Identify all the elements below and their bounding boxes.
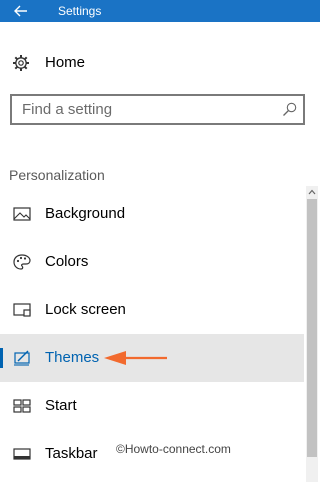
selection-indicator: [0, 348, 3, 368]
nav-item-colors[interactable]: Colors: [0, 238, 304, 286]
themes-brush-icon: [14, 350, 30, 366]
search-input[interactable]: [12, 96, 272, 123]
back-button[interactable]: [0, 0, 42, 22]
window-title: Settings: [58, 4, 102, 18]
nav-item-label: Lock screen: [45, 301, 126, 318]
nav-item-label: Start: [45, 397, 77, 414]
nav-item-label: Background: [45, 205, 126, 222]
nav-item-label: Themes: [45, 349, 100, 366]
nav-item-label: Colors: [45, 253, 89, 270]
scrollbar-thumb[interactable]: [307, 199, 317, 457]
search-icon[interactable]: [282, 102, 297, 117]
title-bar: Settings: [0, 0, 320, 22]
search-box[interactable]: [10, 94, 305, 125]
back-arrow-icon: [14, 5, 27, 17]
scrollbar[interactable]: [306, 186, 318, 482]
nav-item-background[interactable]: Background: [0, 190, 304, 238]
lock-screen-icon: [13, 303, 31, 317]
gear-icon: [13, 55, 29, 71]
home-nav-item[interactable]: Home: [0, 46, 320, 80]
taskbar-icon: [13, 448, 31, 460]
chevron-up-icon: [308, 189, 316, 195]
palette-icon: [13, 254, 31, 270]
nav-item-label: Taskbar: [45, 445, 98, 462]
home-label: Home: [45, 54, 86, 71]
nav-item-start[interactable]: Start: [0, 382, 304, 430]
section-heading: Personalization: [9, 167, 105, 183]
nav-item-lock-screen[interactable]: Lock screen: [0, 286, 304, 334]
annotation-arrow-icon: [104, 351, 167, 365]
watermark: ©Howto-connect.com: [116, 442, 231, 456]
start-tiles-icon: [13, 399, 31, 413]
picture-icon: [13, 207, 31, 221]
scroll-up-button[interactable]: [306, 186, 318, 198]
